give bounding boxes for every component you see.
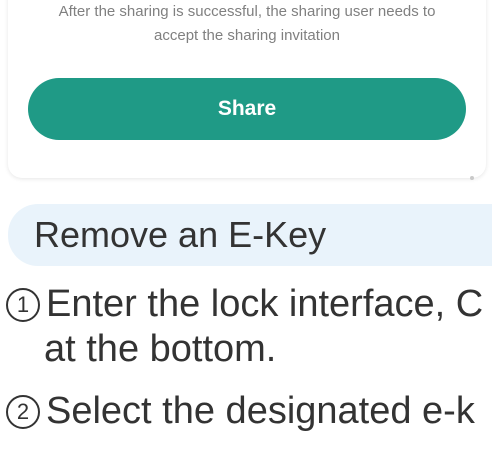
share-note: After the sharing is successful, the sha… — [8, 0, 486, 48]
share-card: After the sharing is successful, the sha… — [8, 0, 486, 180]
step-1: 1 Enter the lock interface, C — [0, 281, 483, 327]
step-1-number-badge: 1 — [6, 288, 40, 322]
card-corner-mark — [470, 176, 474, 180]
section-banner: Remove an E-Key — [8, 204, 492, 266]
step-1-continuation: at the bottom. — [44, 328, 277, 370]
share-button[interactable]: Share — [28, 78, 466, 140]
step-1-text: Enter the lock interface, C — [46, 283, 484, 325]
section-title: Remove an E-Key — [34, 214, 327, 255]
step-2-number-badge: 2 — [6, 395, 40, 429]
step-2-text: Select the designated e-k — [46, 390, 475, 432]
share-note-line-2: accept the sharing invitation — [154, 27, 340, 44]
step-2: 2 Select the designated e-k — [0, 388, 475, 434]
page: After the sharing is successful, the sha… — [0, 0, 492, 452]
share-note-line-1: After the sharing is successful, the sha… — [58, 3, 436, 20]
